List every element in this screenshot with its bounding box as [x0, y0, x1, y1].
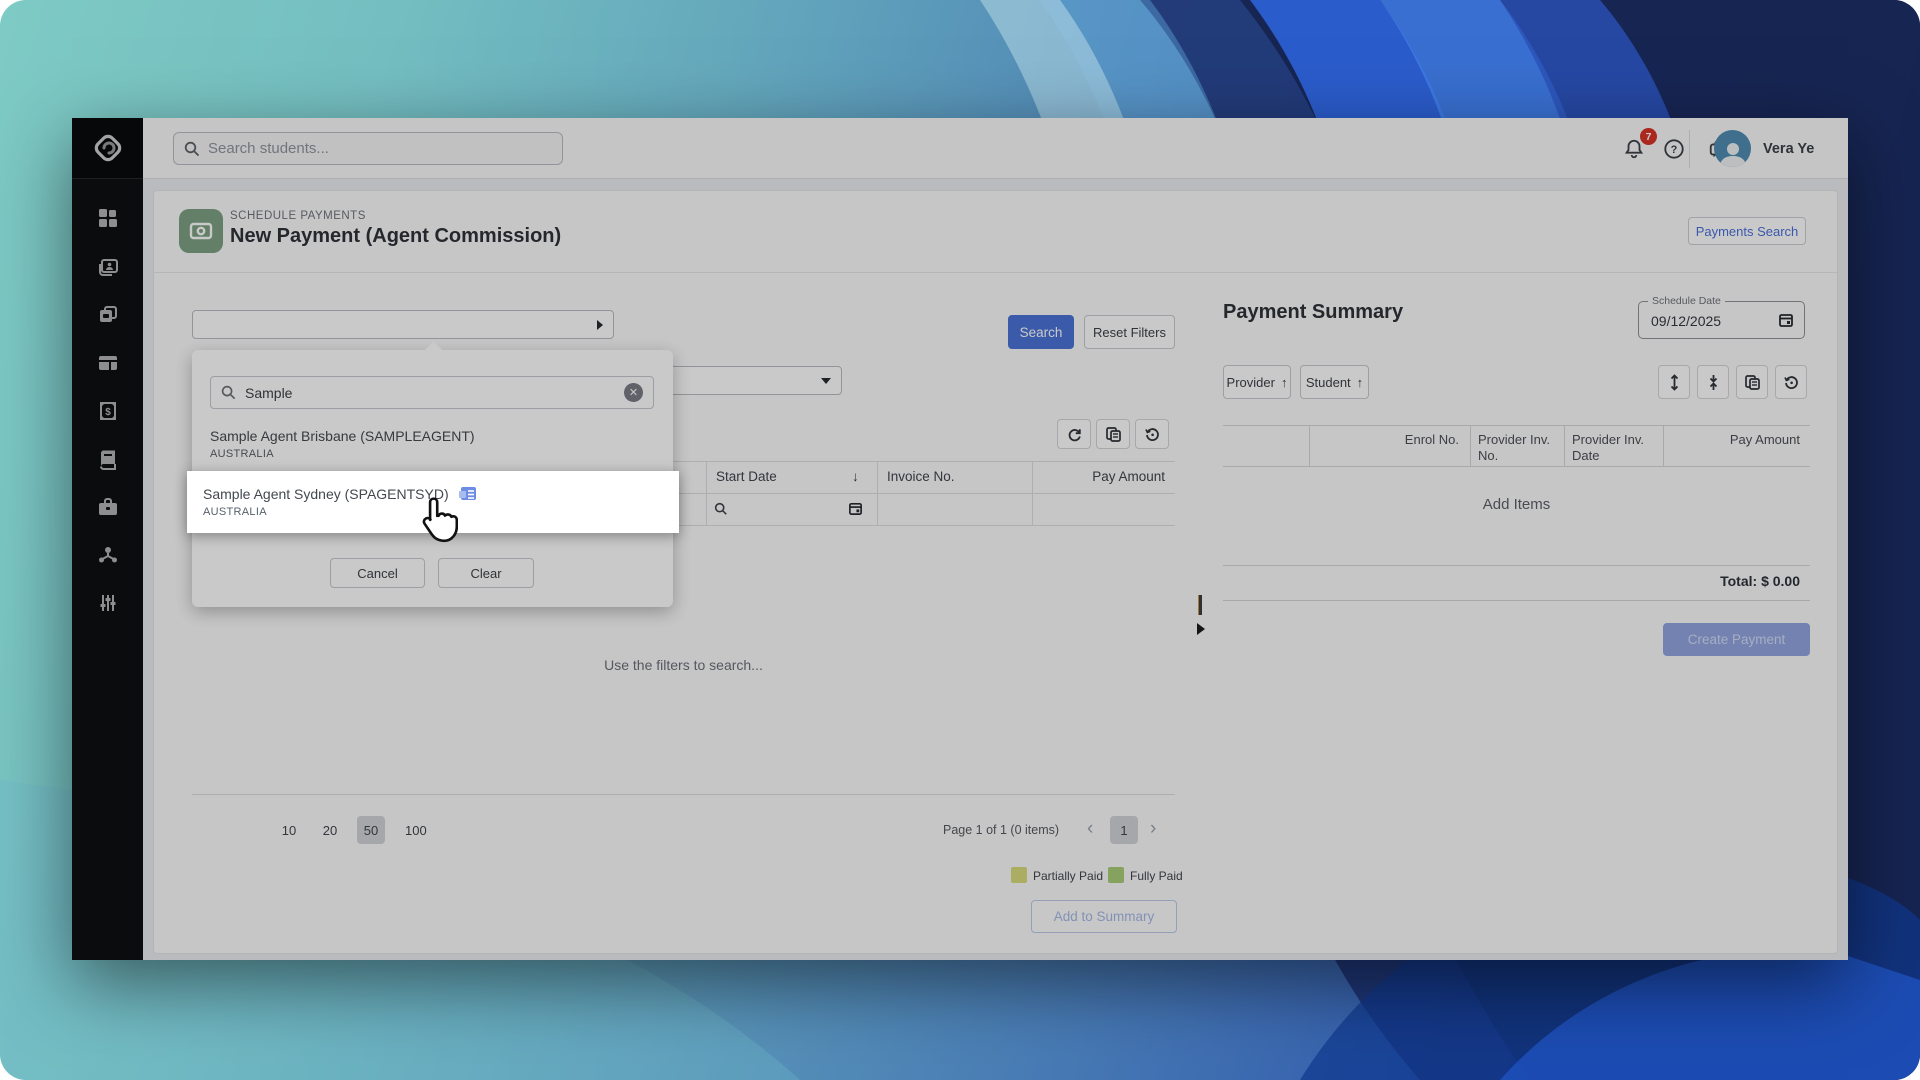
agent-details-icon[interactable]: [459, 487, 476, 502]
screen: $ 7 ?: [0, 0, 1920, 1080]
agent-option-sydney[interactable]: Sample Agent Sydney (SPAGENTSYD) AUSTRAL…: [187, 471, 679, 533]
app-window: $ 7 ?: [72, 118, 1848, 960]
agent-option-name: Sample Agent Sydney (SPAGENTSYD): [203, 486, 449, 502]
agent-option-country: AUSTRALIA: [203, 506, 663, 518]
tutorial-dim-overlay: [72, 118, 1848, 960]
